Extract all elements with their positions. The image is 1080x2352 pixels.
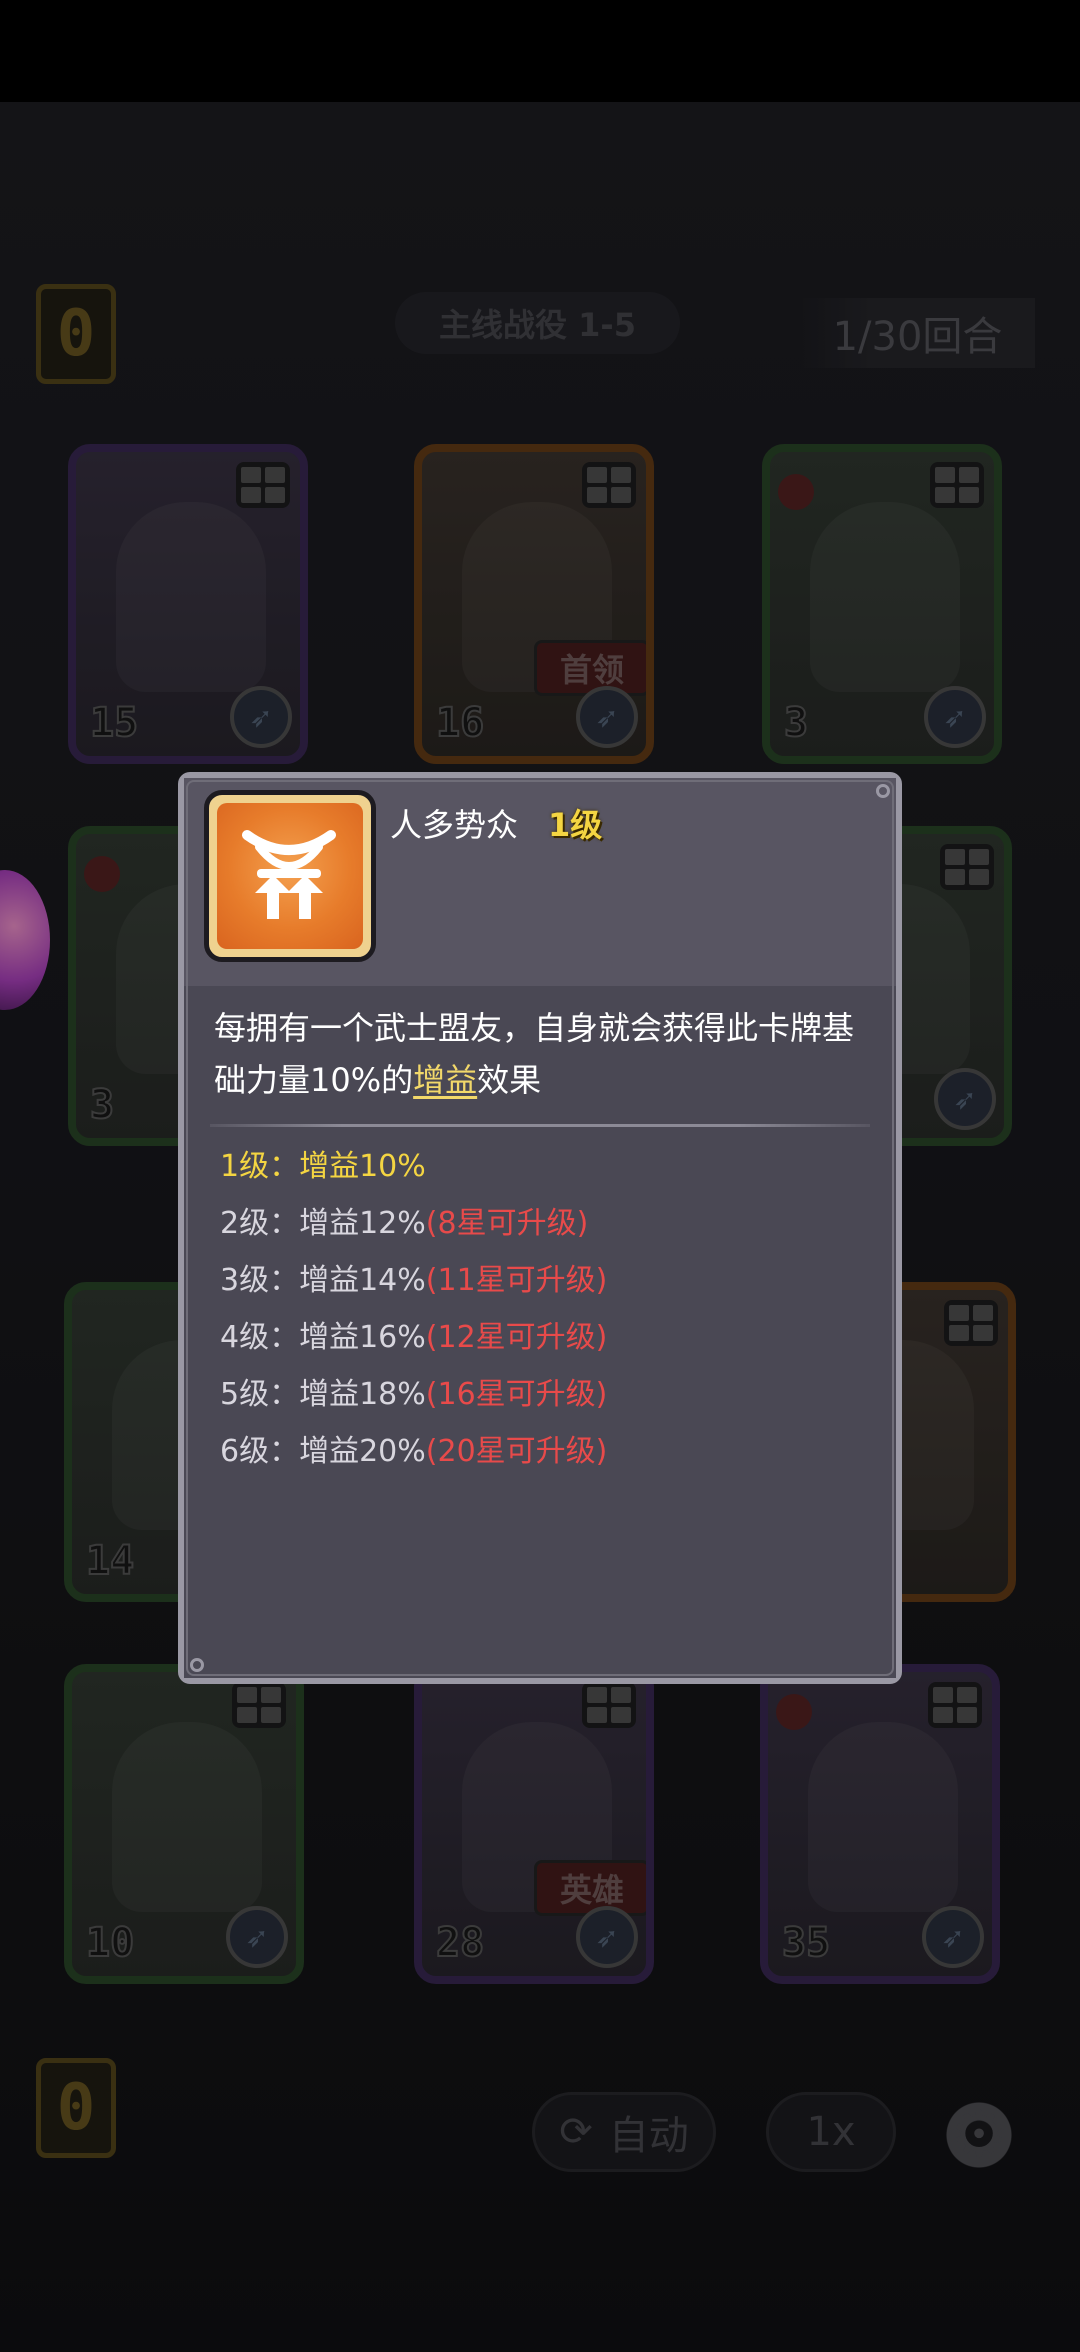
skill-description: 每拥有一个武士盟友，自身就会获得此卡牌基础力量10%的增益效果 [214,1009,855,1099]
skill-name: 人多势众 [390,806,519,844]
skill-level-badge: 1级 [548,806,603,844]
level-row: 1级：增益10% [220,1149,426,1184]
corner-ornament [876,784,890,798]
skill-detail-popup: 人多势众 1级 每拥有一个武士盟友，自身就会获得此卡牌基础力量10%的增益效果 … [178,772,902,1684]
level-row: 5级：增益18%(16星可升级) [220,1377,608,1412]
divider [210,1124,870,1127]
level-row: 2级：增益12%(8星可升级) [220,1206,589,1241]
status-bar [0,0,1080,102]
level-list: 1级：增益10% 2级：增益12%(8星可升级) 3级：增益14%(11星可升级… [220,1138,880,1480]
keyword-link[interactable]: 增益 [413,1061,477,1099]
level-row: 4级：增益16%(12星可升级) [220,1320,608,1355]
skill-samurai-ally-icon [204,790,376,962]
level-row: 6级：增益20%(20星可升级) [220,1434,608,1469]
level-row: 3级：增益14%(11星可升级) [220,1263,608,1298]
corner-ornament [190,1658,204,1672]
